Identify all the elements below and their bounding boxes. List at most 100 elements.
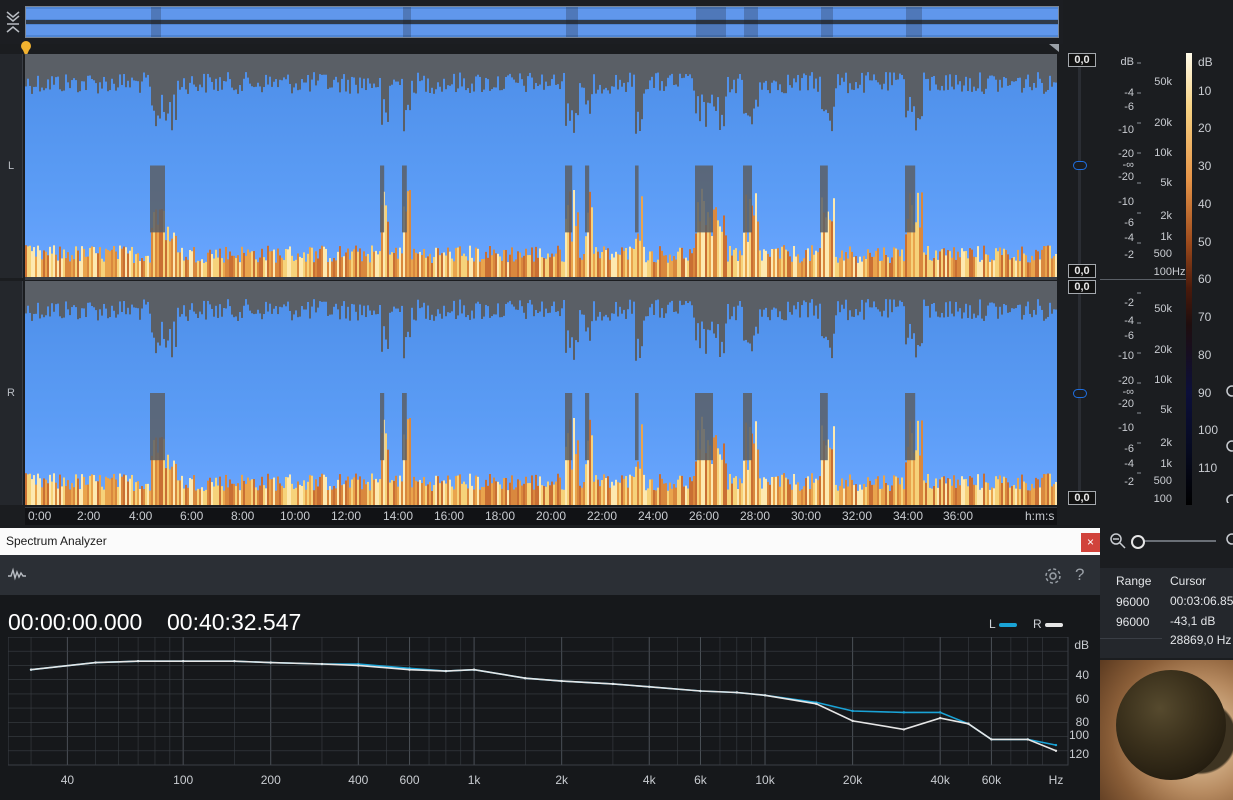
amplitude-scale: dB -4 -6 -10 -20 -∞ -20 -10 -6 -4 -2 -2 … [1100,53,1134,513]
spectrogram-channel-left[interactable] [25,54,1057,277]
freq-tick: 100 [1153,493,1172,505]
legend-right-channel[interactable]: R [1033,617,1064,631]
data-point [181,659,185,663]
cursor-header: Cursor [1170,574,1207,588]
y-tick-label: 80 [1076,715,1090,729]
freq-tick: 500 [1153,475,1172,487]
y-tick-label: 40 [1076,668,1090,682]
colorbar-tick: 110 [1198,461,1218,475]
legend-swatch-left [998,622,1017,627]
data-point [560,679,563,683]
spectrum-window-title: Spectrum Analyzer [6,534,107,548]
time-tick: 18:00 [485,509,516,523]
series-line-L [30,660,1057,746]
timeline-ruler[interactable]: 0:00 2:00 4:00 6:00 8:00 10:00 12:00 14:… [25,507,1057,525]
collapse-icon[interactable] [4,8,22,36]
amp-tick: -20 [1118,398,1134,410]
time-tick: 24:00 [638,509,669,523]
spectrum-plot[interactable]: 40 100 200 400 600 1k 2k 4k 6k 10k 20k 40k 60k Hz dB 4… [8,637,1100,793]
time-tick: 34:00 [893,509,924,523]
data-point [851,719,854,723]
x-tick-label: 100 [173,773,193,787]
spectrogram-channel-right[interactable] [25,281,1057,505]
data-point [735,691,739,694]
zoom-in-icon[interactable] [1224,533,1233,549]
range-value: 96000 [1116,595,1150,609]
amp-tick: -20 [1118,171,1134,183]
zoom-controls [1100,527,1233,557]
y-tick-label: 100 [1069,728,1089,742]
frequency-scale: 50k 20k 10k 5k 2k 1k 500 100 50k 20k 10k… [1140,53,1172,513]
y-tick-label: 60 [1076,692,1090,706]
data-point [1054,743,1058,747]
colorbar-tick: 20 [1198,121,1212,135]
data-point [1026,738,1029,741]
freq-tick: 100 [1153,266,1172,278]
settings-gear-icon[interactable] [1043,566,1063,586]
freq-tick: 20k [1154,344,1172,356]
channel-label-text: L [7,160,15,172]
legend-swatch-right [1045,622,1064,627]
spectrogram-colorbar [1186,53,1192,505]
data-point [938,716,942,720]
overview-waveform[interactable] [25,6,1059,38]
waveform-icon[interactable] [8,567,26,581]
amp-tick: -6 [1124,330,1134,342]
legend-left-channel[interactable]: L [989,617,1017,631]
gain-handle-left[interactable] [1073,161,1087,170]
channel-label-right[interactable]: R [0,281,23,505]
data-point [357,664,360,667]
legend-label: L [989,617,996,631]
freq-tick: 20k [1154,117,1172,129]
time-tick: 12:00 [331,509,362,523]
data-point [233,659,236,663]
colorbar-zoom-icons[interactable] [1224,383,1233,503]
range-value: 96000 [1116,615,1150,629]
channel-divider[interactable] [25,277,1057,280]
time-tick: 6:00 [180,509,204,523]
colorbar-tick: 100 [1198,423,1219,437]
data-point [902,728,906,731]
freq-tick: 1k [1160,458,1172,470]
data-point [990,738,993,741]
amp-tick: -10 [1118,124,1134,136]
spectrum-toolbar [0,555,1100,595]
amp-tick: -4 [1124,232,1134,244]
colorbar-tick: 60 [1198,272,1212,286]
data-point [472,668,476,671]
zoom-slider-handle[interactable] [1131,535,1145,549]
colorbar-tick: 80 [1198,348,1212,362]
data-point [967,722,970,725]
zoom-slider[interactable] [1136,540,1216,542]
channel-label-left[interactable]: L [0,54,23,278]
data-point [699,689,702,693]
time-tick: 20:00 [536,509,567,523]
freq-tick: 5k [1160,404,1172,416]
peak-level-right-top: 0,0 [1068,280,1096,294]
time-tick: 14:00 [383,509,414,523]
series-line-R [30,660,1057,752]
end-marker-icon[interactable] [1049,44,1059,52]
amp-tick: -6 [1124,101,1134,113]
freq-tick: 2k [1160,437,1172,449]
data-point [611,682,615,686]
zoom-out-icon[interactable] [1110,533,1126,549]
amp-tick: -4 [1124,458,1134,470]
data-point [408,668,411,671]
x-tick-label: 10k [755,773,775,787]
gain-handle-right[interactable] [1073,389,1087,398]
data-point [29,668,33,671]
y-tick-label: 120 [1069,747,1089,761]
time-tick: 16:00 [434,509,465,523]
close-button[interactable]: × [1081,533,1100,552]
help-icon[interactable]: ? [1075,565,1084,585]
colorbar-tick: 40 [1198,197,1212,211]
plot-frame [8,637,1069,766]
amp-tick: -∞ [1122,386,1134,398]
peak-level-right-bottom: 0,0 [1068,491,1096,505]
x-tick-label: 40 [61,773,75,787]
channel-label-text: R [7,387,15,399]
freq-tick: 50k [1154,303,1172,315]
time-tick: 10:00 [280,509,311,523]
spectrum-window-titlebar[interactable]: Spectrum Analyzer [0,528,1100,555]
